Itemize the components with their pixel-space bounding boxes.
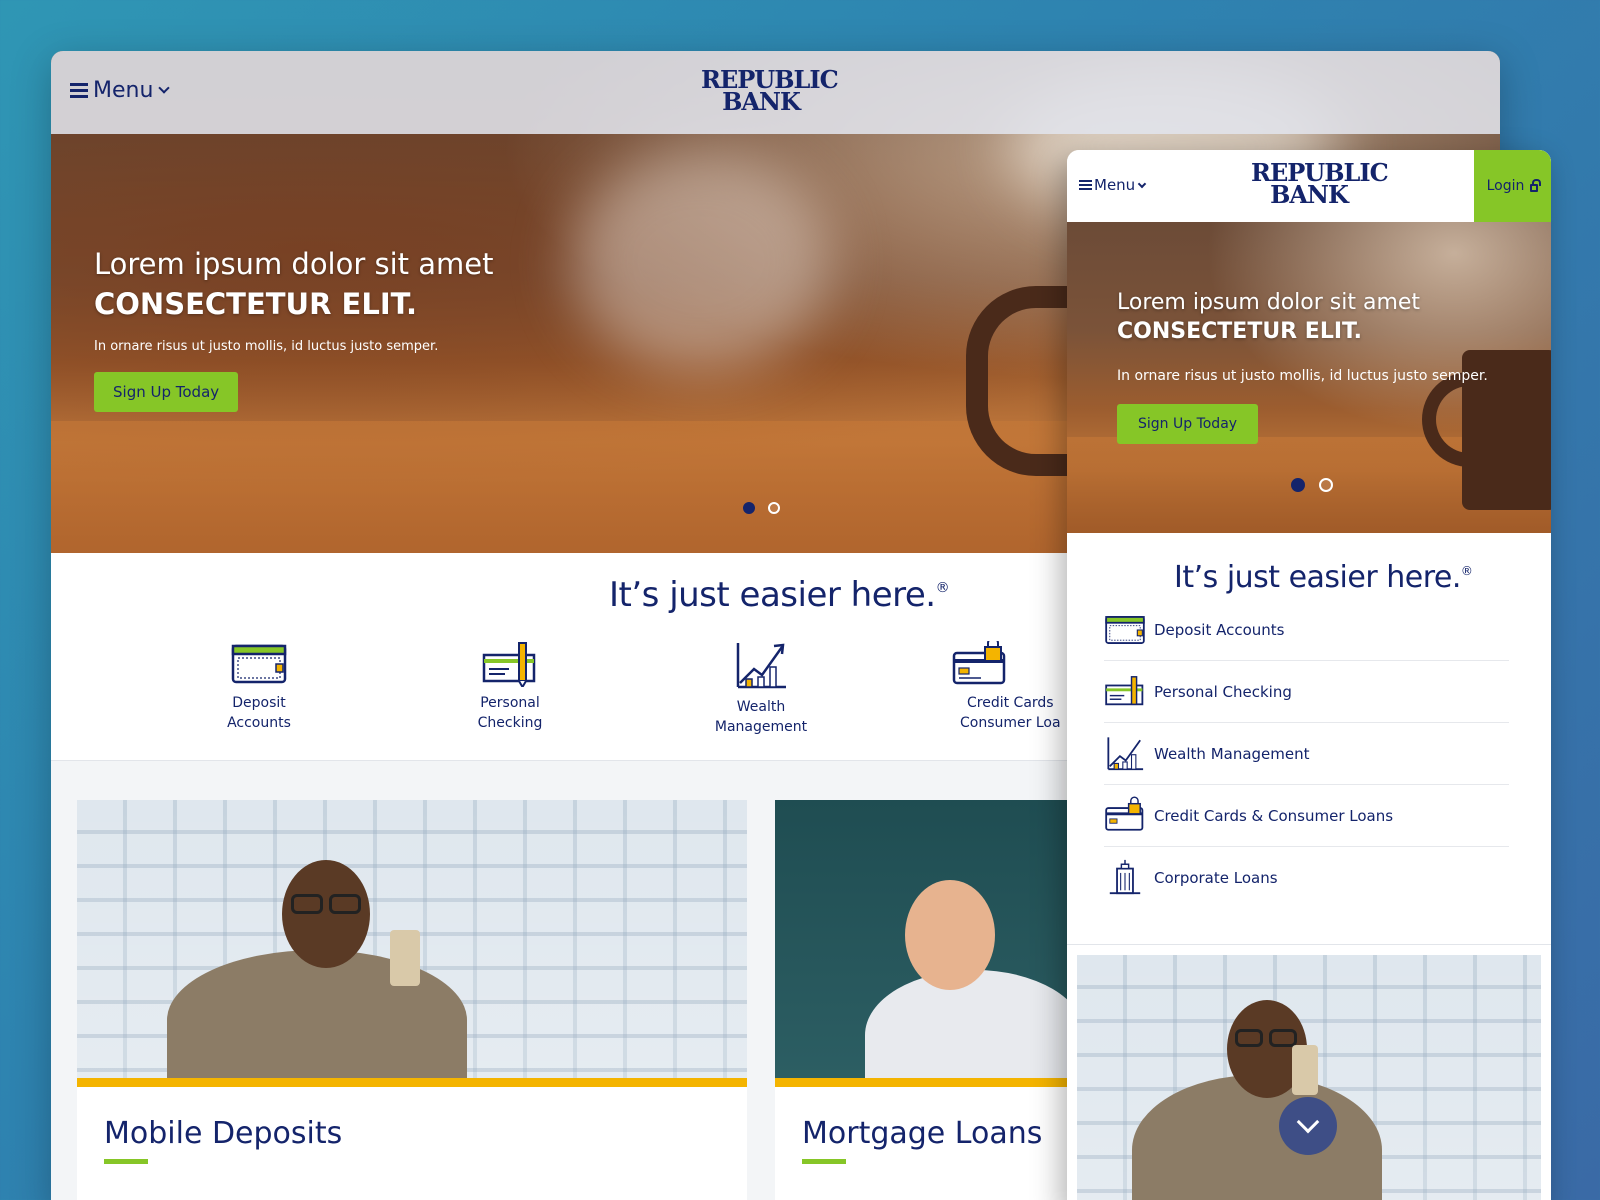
- chevron-down-icon: [1296, 1110, 1320, 1134]
- site-header: Menu REPUBLIC BANK: [51, 51, 1500, 134]
- carousel-dots: [1291, 478, 1347, 492]
- feature-credit-cards[interactable]: Credit Cards Consumer Loa: [931, 641, 1071, 733]
- republic-bank-logo[interactable]: REPUBLIC BANK: [701, 68, 839, 113]
- hamburger-icon: [1079, 178, 1092, 192]
- wallet-icon: [1105, 615, 1145, 644]
- feature-label-line2: Management: [714, 719, 808, 735]
- tagline-text: It’s just easier here.: [609, 575, 936, 615]
- carousel-dot-2[interactable]: [1319, 478, 1333, 492]
- registered-mark: ®: [1460, 564, 1473, 578]
- registered-mark: ®: [935, 580, 950, 596]
- carousel-dot-1[interactable]: [1291, 478, 1305, 492]
- list-item-personal-checking[interactable]: Personal Checking: [1104, 661, 1509, 723]
- scroll-down-button[interactable]: [1279, 1097, 1337, 1155]
- feature-label-line1: Deposit: [232, 695, 286, 711]
- carousel-dots: [743, 502, 793, 514]
- check-pen-icon: [1105, 675, 1144, 705]
- sign-up-button[interactable]: Sign Up Today: [94, 372, 239, 412]
- mobile-promo-photo[interactable]: [1077, 955, 1541, 1200]
- hero-heading: Lorem ipsum dolor sit amet: [1117, 290, 1421, 315]
- chevron-down-icon: [158, 82, 171, 94]
- tagline-text: It’s just easier here.: [1174, 560, 1461, 595]
- carousel-dot-2[interactable]: [768, 502, 780, 514]
- list-item-label: Credit Cards & Consumer Loans: [1154, 806, 1394, 825]
- promo-card-mobile-deposits[interactable]: Mobile Deposits: [77, 800, 747, 1200]
- list-item-deposit-accounts[interactable]: Deposit Accounts: [1104, 599, 1509, 661]
- building-icon: [1109, 859, 1141, 895]
- mobile-mockup: Menu REPUBLIC BANK Login Lorem ipsum dol…: [1067, 150, 1551, 1200]
- hero-subtitle: In ornare risus ut justo mollis, id luct…: [1117, 368, 1488, 384]
- menu-label: Menu: [1094, 176, 1136, 194]
- republic-bank-logo[interactable]: REPUBLIC BANK: [1251, 161, 1389, 206]
- card-title-underline: [104, 1159, 148, 1164]
- mobile-header: Menu REPUBLIC BANK Login: [1067, 150, 1551, 222]
- card-title-underline: [802, 1159, 846, 1164]
- hero-heading-bold: CONSECTETUR ELIT.: [94, 287, 418, 321]
- credit-card-lock-icon: [1105, 795, 1144, 831]
- feature-personal-checking[interactable]: Personal Checking: [430, 641, 590, 733]
- hero-heading: Lorem ipsum dolor sit amet: [94, 247, 494, 281]
- list-item-label: Corporate Loans: [1154, 869, 1278, 887]
- chevron-down-icon: [1137, 179, 1147, 188]
- feature-label-line2: Consumer Loa: [960, 715, 1061, 731]
- wallet-icon: [231, 644, 287, 684]
- product-list: Deposit Accounts Personal Checking Wealt…: [1104, 599, 1509, 909]
- feature-label-line2: Accounts: [227, 715, 291, 731]
- list-item-corporate-loans[interactable]: Corporate Loans: [1104, 847, 1509, 909]
- login-button[interactable]: Login: [1474, 150, 1551, 222]
- check-pen-icon: [482, 642, 536, 687]
- growth-chart-icon: [736, 643, 786, 689]
- mobile-hero-banner: Lorem ipsum dolor sit amet CONSECTETUR E…: [1067, 222, 1551, 533]
- carousel-dot-1[interactable]: [743, 502, 755, 514]
- hamburger-icon: [70, 80, 88, 101]
- list-item-label: Personal Checking: [1154, 682, 1292, 701]
- list-item-label: Wealth Management: [1154, 744, 1310, 763]
- lock-icon: [1530, 179, 1541, 192]
- hero-text: Lorem ipsum dolor sit amet CONSECTETUR E…: [1117, 290, 1488, 444]
- credit-card-lock-icon: [952, 641, 1006, 685]
- feature-label-line1: Credit Cards: [967, 695, 1054, 711]
- hero-text: Lorem ipsum dolor sit amet CONSECTETUR E…: [94, 247, 494, 412]
- card-title: Mobile Deposits: [104, 1116, 343, 1151]
- sign-up-button[interactable]: Sign Up Today: [1117, 404, 1259, 444]
- mobile-menu-button[interactable]: Menu: [1079, 176, 1147, 194]
- hero-subtitle: In ornare risus ut justo mollis, id luct…: [94, 339, 439, 354]
- menu-button[interactable]: Menu: [70, 78, 171, 103]
- feature-label-line2: Checking: [477, 715, 543, 731]
- feature-wealth-management[interactable]: Wealth Management: [681, 641, 841, 737]
- feature-label-line1: Personal: [480, 695, 540, 711]
- man-with-phone-photo: [77, 800, 747, 1078]
- mobile-features-section: It’s just easier here.® Deposit Accounts: [1067, 533, 1551, 945]
- coffee-mug-image: [966, 286, 1076, 476]
- card-title: Mortgage Loans: [802, 1116, 1043, 1151]
- hero-heading-bold: CONSECTETUR ELIT.: [1117, 319, 1363, 344]
- feature-label-line1: Wealth: [736, 699, 786, 715]
- login-label: Login: [1486, 178, 1525, 194]
- tagline: It’s just easier here.®: [609, 575, 950, 615]
- menu-label: Menu: [93, 78, 154, 103]
- feature-deposit-accounts[interactable]: Deposit Accounts: [179, 641, 339, 733]
- list-item-wealth-management[interactable]: Wealth Management: [1104, 723, 1509, 785]
- list-item-credit-cards[interactable]: Credit Cards & Consumer Loans: [1104, 785, 1509, 847]
- list-item-label: Deposit Accounts: [1154, 620, 1285, 639]
- card-accent-bar: [77, 1078, 747, 1087]
- tagline: It’s just easier here.®: [1174, 560, 1473, 595]
- growth-chart-icon: [1107, 736, 1144, 770]
